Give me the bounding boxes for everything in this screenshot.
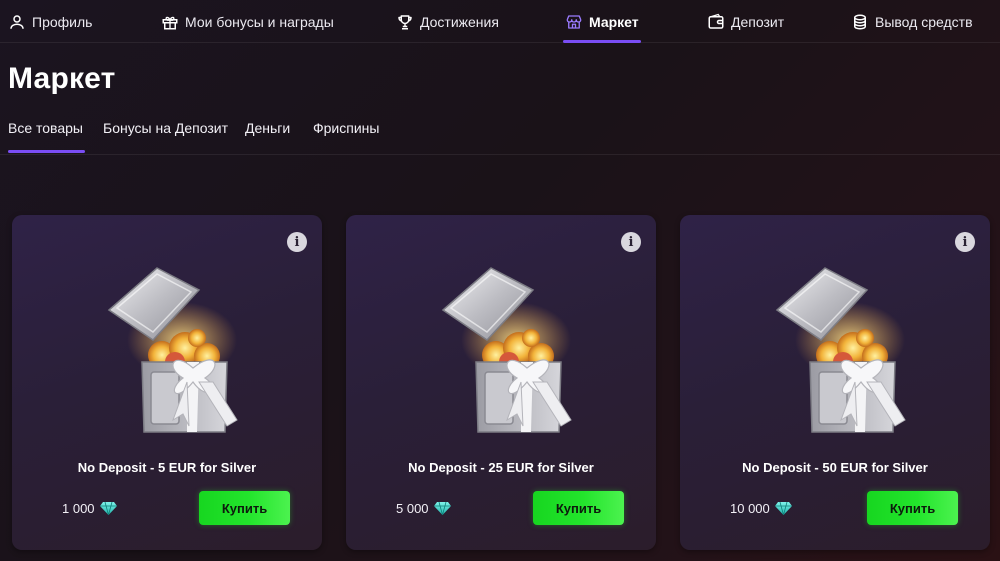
wallet-icon [708, 13, 724, 29]
product-price: 10 000 [730, 500, 792, 516]
product-title: No Deposit - 5 EUR for Silver [77, 460, 257, 475]
info-icon[interactable]: i [287, 232, 307, 252]
product-price: 1 000 [62, 500, 117, 516]
tab-money[interactable]: Деньги [245, 120, 290, 136]
product-title: No Deposit - 25 EUR for Silver [408, 460, 594, 475]
nav-item-label: Маркет [589, 13, 639, 30]
nav-item-achievements[interactable]: Достижения [396, 0, 499, 43]
tab-all-items[interactable]: Все товары [8, 120, 85, 153]
nav-item-market[interactable]: Маркет [563, 0, 641, 43]
nav-item-bonuses[interactable]: Мои бонусы и награды [161, 0, 334, 43]
nav-item-label: Мои бонусы и награды [185, 13, 334, 30]
diamond-icon [433, 501, 451, 515]
category-tabs: Все товары Бонусы на Депозит Деньги Фрис… [0, 108, 1000, 155]
tab-deposit-bonuses[interactable]: Бонусы на Депозит [103, 120, 228, 136]
shop-icon [566, 14, 582, 29]
top-navigation: Профиль Мои бонусы и награды Достижения … [0, 0, 1000, 43]
nav-item-label: Достижения [420, 13, 499, 30]
price-value: 10 000 [730, 500, 770, 516]
buy-button[interactable]: Купить [533, 491, 624, 525]
price-value: 1 000 [62, 500, 95, 516]
info-icon[interactable]: i [621, 232, 641, 252]
silver-chest-image [441, 267, 572, 433]
nav-item-withdraw[interactable]: Вывод средств [851, 0, 973, 43]
silver-chest-image [107, 267, 238, 433]
diamond-icon [99, 501, 117, 515]
product-title: No Deposit - 50 EUR for Silver [742, 460, 928, 475]
product-card: i No Deposit - 50 EUR for Silver 10 000 … [680, 215, 990, 550]
coins-icon [854, 14, 866, 30]
diamond-icon [774, 501, 792, 515]
buy-button[interactable]: Купить [867, 491, 958, 525]
product-price: 5 000 [396, 500, 451, 516]
tab-freespins[interactable]: Фриспины [313, 120, 379, 136]
nav-item-label: Депозит [731, 13, 785, 30]
buy-button[interactable]: Купить [199, 491, 290, 525]
trophy-icon [398, 14, 412, 29]
nav-item-label: Профиль [32, 13, 93, 30]
gift-icon [162, 16, 178, 29]
nav-item-deposit[interactable]: Депозит [707, 0, 784, 43]
product-card: i No Deposit - 25 EUR for Silver 5 000 К… [346, 215, 656, 550]
page-title: Маркет [8, 62, 116, 95]
nav-item-profile[interactable]: Профиль [8, 0, 92, 43]
info-icon[interactable]: i [955, 232, 975, 252]
price-value: 5 000 [396, 500, 429, 516]
product-card: i No Deposit - 5 EUR for Silver 1 000 Ку… [12, 215, 322, 550]
user-icon [10, 14, 24, 29]
nav-item-label: Вывод средств [875, 13, 973, 30]
silver-chest-image [775, 267, 906, 433]
